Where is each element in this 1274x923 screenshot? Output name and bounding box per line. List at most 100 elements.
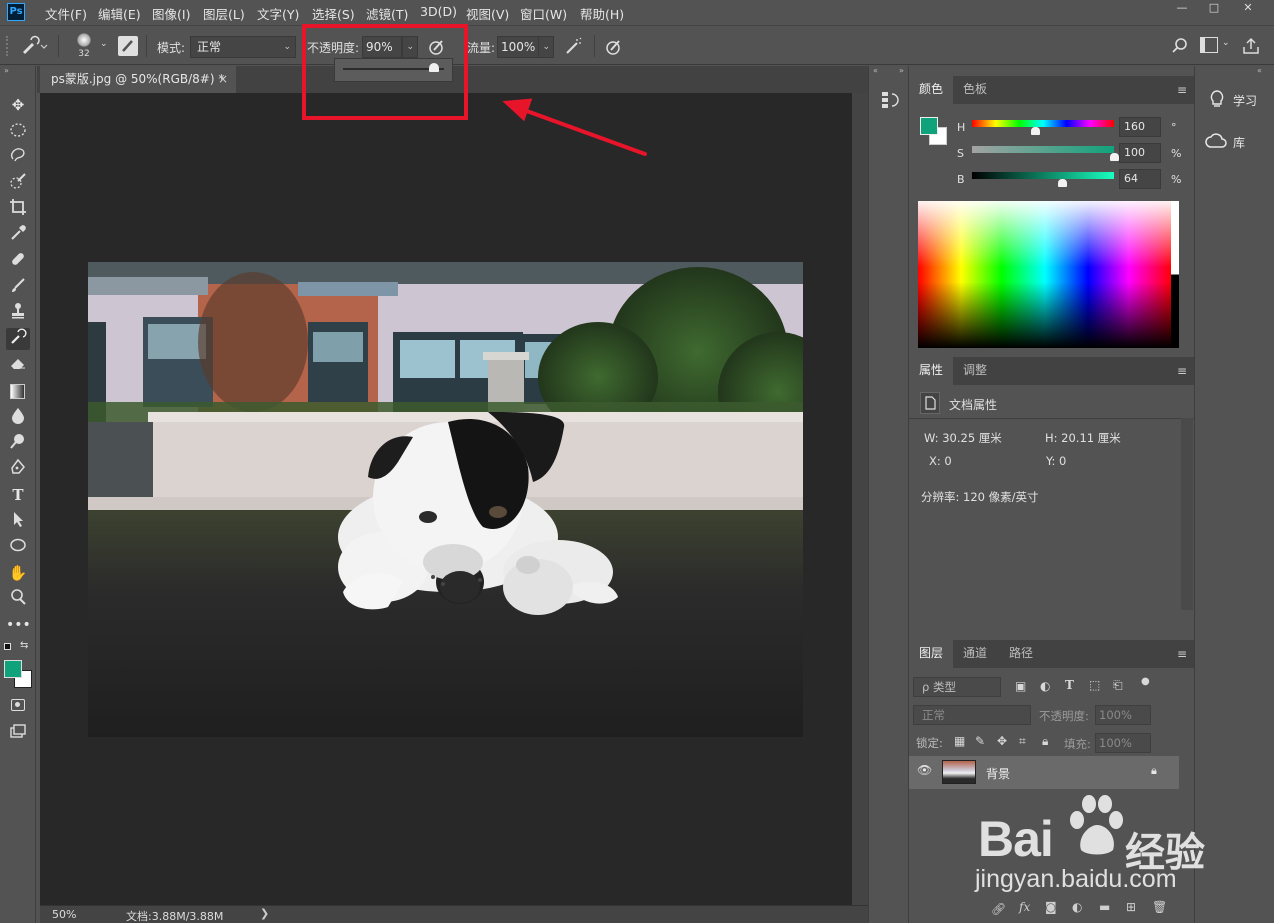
- menu-select[interactable]: 选择(S): [312, 4, 355, 23]
- fill-input[interactable]: 100%: [1095, 733, 1151, 753]
- type-filter-icon[interactable]: T: [1065, 678, 1074, 692]
- panel-menu-icon[interactable]: ≡: [1177, 364, 1187, 378]
- brush-tool[interactable]: [6, 276, 30, 298]
- quick-mask-button[interactable]: [6, 694, 30, 716]
- new-layer-icon[interactable]: ⊞: [1126, 900, 1136, 914]
- collapse-arrows-icon[interactable]: »: [899, 66, 904, 75]
- share-icon[interactable]: [1240, 35, 1262, 57]
- library-panel-button[interactable]: 库: [1195, 126, 1274, 156]
- shape-filter-icon[interactable]: ⬚: [1089, 678, 1100, 692]
- chevron-right-icon[interactable]: ❯: [260, 907, 269, 920]
- blur-tool[interactable]: [6, 406, 30, 428]
- pressure-size-button[interactable]: [603, 36, 625, 58]
- link-layers-icon[interactable]: 🔗︎: [991, 902, 1006, 916]
- layer-row-background[interactable]: 👁︎ 背景 🔒︎: [909, 756, 1179, 789]
- menu-window[interactable]: 窗口(W): [520, 4, 567, 23]
- height-value[interactable]: H: 20.11 厘米: [1045, 430, 1121, 446]
- mode-select[interactable]: 正常 ⌄: [190, 36, 296, 58]
- brightness-input[interactable]: 64: [1119, 169, 1161, 189]
- adjustment-filter-icon[interactable]: ◐: [1040, 679, 1050, 693]
- learn-panel-button[interactable]: 学习: [1195, 84, 1274, 114]
- dodge-tool[interactable]: [6, 432, 30, 454]
- eyedropper-tool[interactable]: [6, 224, 30, 246]
- eraser-tool[interactable]: [6, 354, 30, 376]
- zoom-level[interactable]: 50%: [52, 908, 76, 921]
- brush-preset-picker[interactable]: 32: [68, 31, 102, 63]
- marquee-tool[interactable]: [6, 120, 30, 142]
- menu-type[interactable]: 文字(Y): [257, 4, 299, 23]
- collapse-arrows-icon[interactable]: «: [1257, 66, 1262, 75]
- gradient-tool[interactable]: [6, 380, 30, 402]
- restore-button[interactable]: □: [1198, 0, 1230, 16]
- lasso-tool[interactable]: [6, 146, 30, 168]
- image-filter-icon[interactable]: ▣: [1015, 679, 1026, 693]
- chevron-down-icon[interactable]: ⌄: [1222, 38, 1230, 48]
- brightness-slider-thumb[interactable]: [1058, 179, 1068, 187]
- document-image[interactable]: [88, 262, 803, 737]
- history-panel-button[interactable]: [877, 88, 901, 112]
- menu-help[interactable]: 帮助(H): [580, 4, 624, 23]
- pen-tool[interactable]: [6, 458, 30, 480]
- move-tool[interactable]: ✥: [6, 94, 30, 116]
- collapse-arrows-icon[interactable]: «: [873, 66, 878, 75]
- eye-icon[interactable]: 👁︎: [917, 763, 932, 777]
- width-value[interactable]: W: 30.25 厘米: [924, 430, 1002, 446]
- layer-name[interactable]: 背景: [986, 765, 1010, 782]
- tab-channels[interactable]: 通道: [953, 640, 997, 668]
- saturation-input[interactable]: 100: [1119, 143, 1161, 163]
- adjustment-layer-icon[interactable]: ◐: [1072, 900, 1082, 914]
- healing-brush-tool[interactable]: [6, 250, 30, 272]
- screen-mode-button[interactable]: [6, 722, 30, 744]
- flow-dropdown-button[interactable]: ⌄: [538, 36, 554, 58]
- workspace-icon[interactable]: [1200, 37, 1218, 53]
- menu-3d[interactable]: 3D(D): [420, 4, 457, 19]
- close-window-button[interactable]: ✕: [1232, 0, 1264, 16]
- more-tools-button[interactable]: •••: [6, 614, 31, 636]
- tab-layers[interactable]: 图层: [909, 640, 954, 668]
- saturation-slider[interactable]: [972, 146, 1114, 153]
- hue-input[interactable]: 160: [1119, 117, 1161, 137]
- minimize-button[interactable]: —: [1166, 0, 1198, 16]
- smart-object-filter-icon[interactable]: ⎗: [1113, 678, 1123, 693]
- lock-artboard-icon[interactable]: ⌗: [1019, 734, 1026, 749]
- hue-slider-thumb[interactable]: [1030, 127, 1040, 135]
- tab-swatches[interactable]: 色板: [953, 76, 997, 104]
- lock-all-icon[interactable]: 🔒︎: [1042, 734, 1048, 749]
- menu-layer[interactable]: 图层(L): [203, 4, 245, 23]
- search-icon[interactable]: [1170, 36, 1190, 56]
- tab-color[interactable]: 颜色: [909, 76, 954, 104]
- layer-opacity-input[interactable]: 100%: [1095, 705, 1151, 725]
- foreground-color-swatch[interactable]: [4, 660, 22, 678]
- chevron-down-icon[interactable]: ⌄: [100, 39, 108, 49]
- lock-image-pixels-icon[interactable]: ✎: [975, 734, 985, 748]
- filter-toggle-icon[interactable]: ●: [1141, 676, 1150, 687]
- tab-properties[interactable]: 属性: [909, 357, 954, 385]
- swap-colors-icon[interactable]: ⇆: [20, 640, 28, 651]
- y-value[interactable]: Y: 0: [1046, 454, 1066, 468]
- saturation-slider-thumb[interactable]: [1109, 153, 1119, 161]
- new-group-icon[interactable]: ▬: [1099, 900, 1110, 914]
- properties-scrollbar[interactable]: [1181, 418, 1193, 610]
- color-spectrum-ramp[interactable]: [918, 201, 1172, 348]
- tab-paths[interactable]: 路径: [999, 640, 1043, 668]
- clone-stamp-tool[interactable]: [6, 302, 30, 324]
- black-white-ramp[interactable]: [1171, 201, 1179, 348]
- menu-edit[interactable]: 编辑(E): [98, 4, 141, 23]
- hand-tool[interactable]: ✋: [6, 562, 30, 584]
- menu-filter[interactable]: 滤镜(T): [366, 4, 408, 23]
- vertical-scrollbar[interactable]: [852, 93, 868, 905]
- history-brush-tool-preset-button[interactable]: [18, 34, 48, 58]
- panel-menu-icon[interactable]: ≡: [1177, 647, 1187, 661]
- fx-icon[interactable]: fx: [1019, 900, 1030, 914]
- blend-mode-select[interactable]: 正常: [913, 705, 1031, 725]
- brightness-slider[interactable]: [972, 172, 1114, 179]
- zoom-tool[interactable]: [6, 588, 30, 610]
- foreground-color-swatch[interactable]: [920, 117, 938, 135]
- airbrush-button[interactable]: [563, 36, 585, 58]
- lock-position-icon[interactable]: ✥: [997, 734, 1007, 748]
- menu-file[interactable]: 文件(F): [45, 4, 87, 23]
- menu-view[interactable]: 视图(V): [466, 4, 509, 23]
- flow-input[interactable]: 100%: [497, 36, 539, 58]
- default-colors-icon[interactable]: [4, 643, 11, 650]
- shape-tool[interactable]: [6, 536, 30, 558]
